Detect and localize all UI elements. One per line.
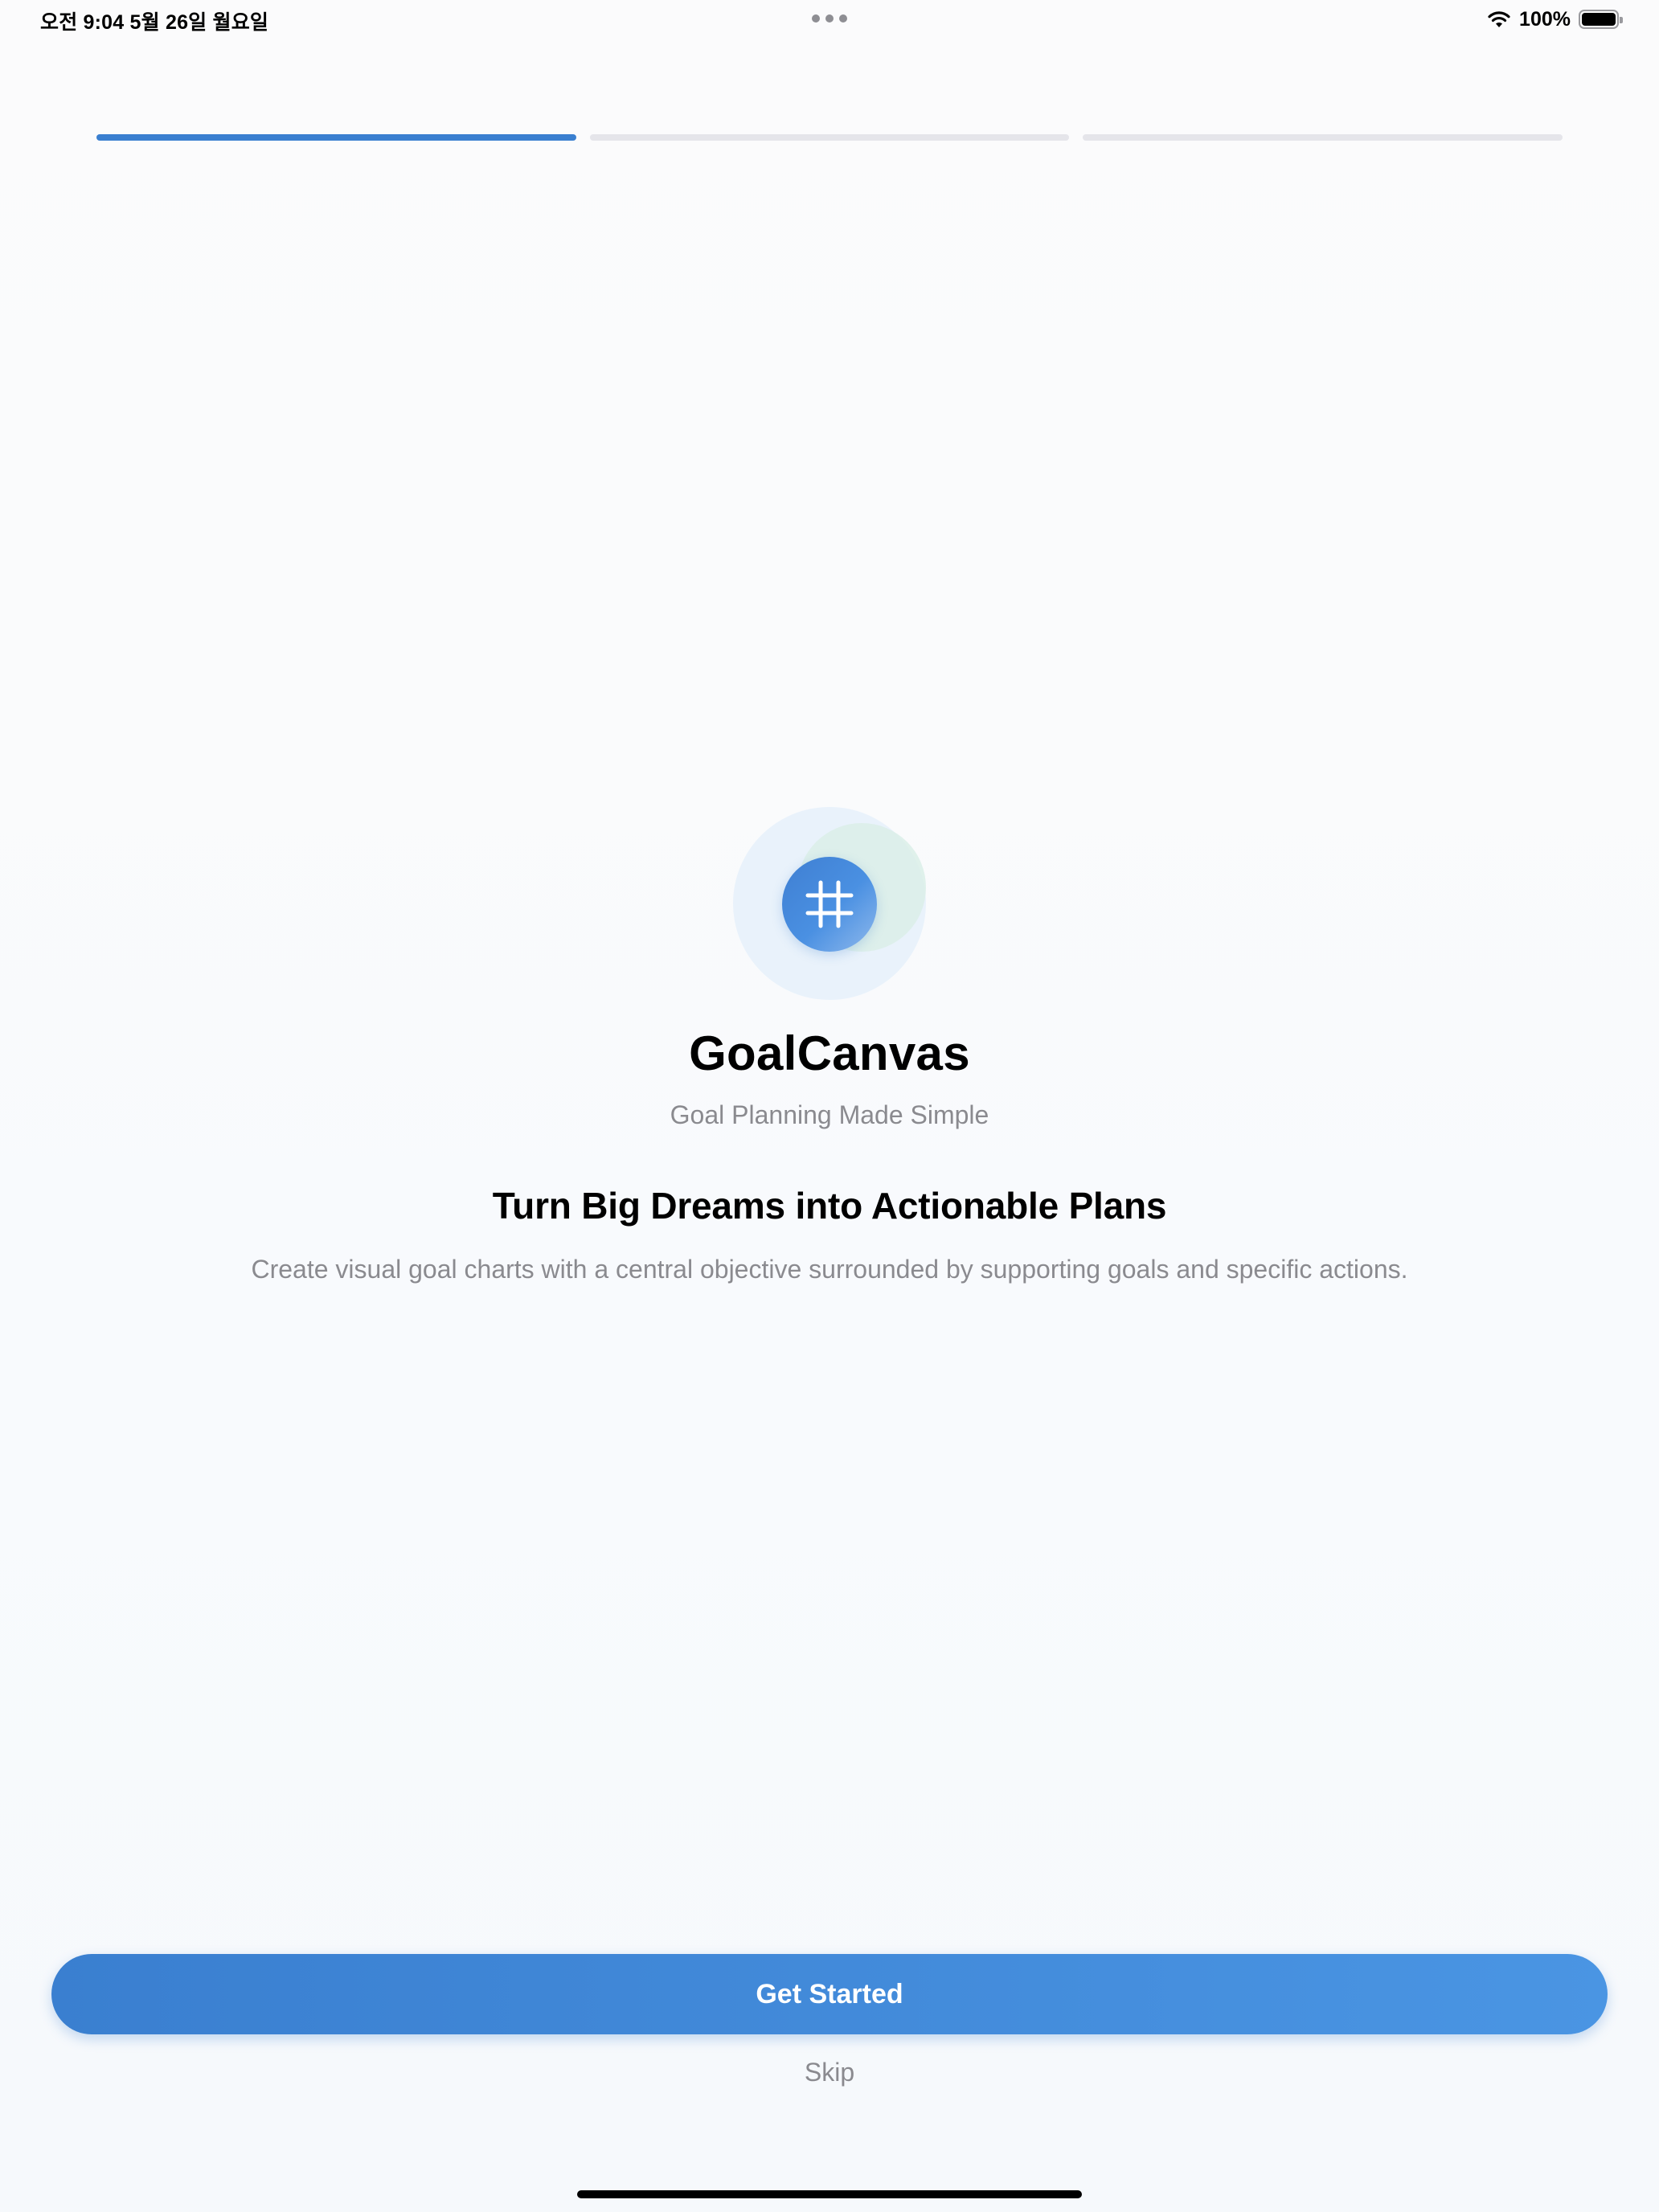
skip-button[interactable]: Skip — [0, 2058, 1659, 2087]
app-logo — [733, 807, 926, 1000]
status-time: 오전 9:04 5월 26일 월요일 — [40, 11, 269, 34]
app-name: GoalCanvas — [689, 1026, 970, 1080]
get-started-button[interactable]: Get Started — [51, 1954, 1608, 2034]
feature-description: Create visual goal charts with a central… — [251, 1255, 1408, 1284]
onboarding-progress — [96, 134, 1563, 141]
progress-segment-1 — [96, 134, 576, 141]
app-tagline: Goal Planning Made Simple — [670, 1100, 989, 1129]
status-indicators: 100% — [1487, 6, 1623, 32]
feature-headline: Turn Big Dreams into Actionable Plans — [492, 1185, 1167, 1227]
multitasking-dots-icon[interactable] — [812, 14, 847, 23]
home-indicator[interactable] — [577, 2190, 1082, 2198]
battery-percentage: 100% — [1519, 7, 1571, 31]
battery-icon — [1579, 10, 1623, 29]
grid-icon — [782, 857, 877, 952]
battery-level-fill — [1582, 13, 1616, 26]
progress-segment-3 — [1083, 134, 1563, 141]
status-bar: 오전 9:04 5월 26일 월요일 100% — [0, 0, 1659, 40]
wifi-icon — [1487, 10, 1511, 28]
progress-segment-2 — [589, 134, 1070, 141]
